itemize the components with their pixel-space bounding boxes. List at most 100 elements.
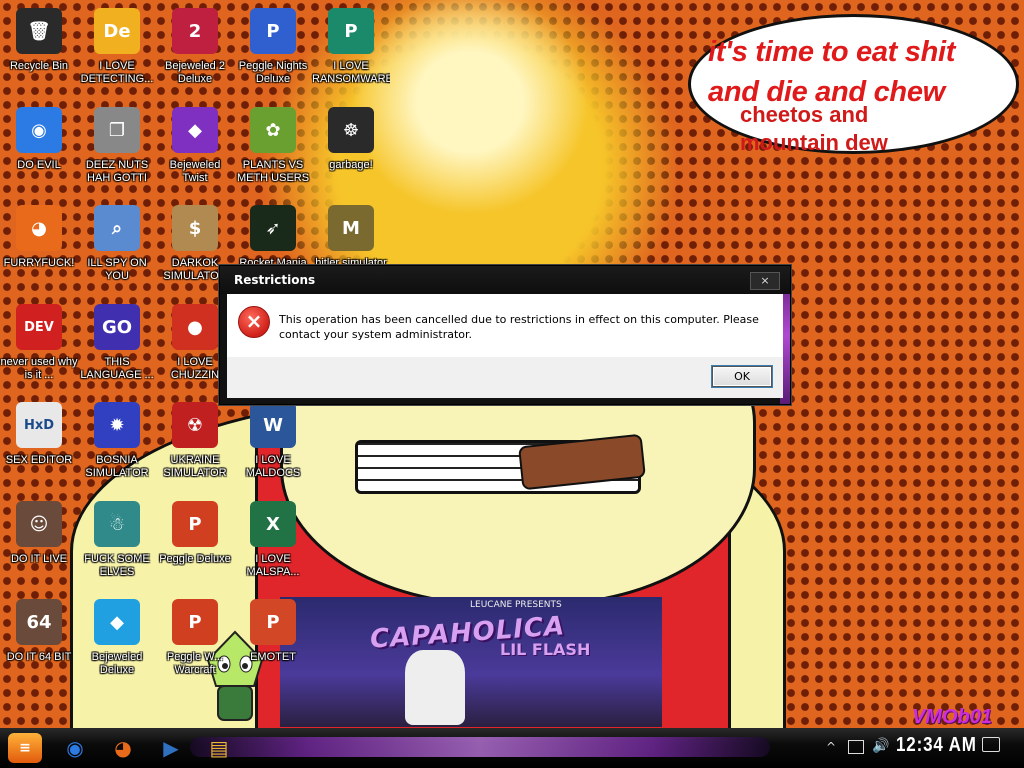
file-explorer-icon: ▤ [209,736,229,760]
speech-bubble-line-3: cheetos and [740,102,869,127]
desktop-icon-word[interactable]: W I LOVE MALDOCS [234,398,312,494]
goland-icon: GO [94,304,140,350]
portrait-64-icon: 64 [16,599,62,645]
ok-button[interactable]: OK [712,366,772,387]
media-player-icon: ▶ [163,736,179,760]
medal-icon: M [328,205,374,251]
recycle-bin-icon: 🗑 [16,8,62,54]
desktop-icon-lion-emblem[interactable]: ☸ garbage! [312,103,390,199]
desktop-icon-radiation[interactable]: ☢ UKRAINE SIMULATOR [156,398,234,494]
desktop-icon-label: I LOVE MALSPA... [246,553,300,578]
windows-stack-icon: ❐ [94,107,140,153]
hxd-icon: HxD [16,402,62,448]
desktop-icon-label: I LOVE MALDOCS [245,454,301,479]
desktop-icon-hxd[interactable]: HxD SEX EDITOR [0,398,78,494]
error-icon: × [238,306,270,338]
desktop-icon-bejeweled-deluxe[interactable]: ◆ Bejeweled Deluxe [78,595,156,691]
dev-cpp-icon: DEV [16,304,62,350]
desktop-icon-label: DO IT LIVE [10,553,68,565]
desktop-icon-chrome[interactable]: ◉ DO EVIL [0,103,78,199]
media-taskbar-button[interactable]: ▶ [152,733,190,763]
spiked-mine-icon: ✹ [94,402,140,448]
excel-icon: X [250,501,296,547]
desktop-icon-label: DO EVIL [17,159,61,171]
network-icon[interactable] [848,740,864,754]
notification-center-icon[interactable] [982,737,1000,752]
chuzzle-icon: ● [172,304,218,350]
desktop-icon-label: Bejeweled Deluxe [91,651,143,676]
radiation-icon: ☢ [172,402,218,448]
desktop-icon-detect-it-easy[interactable]: De I LOVE DETECTING... [78,4,156,100]
desktop-icon-excel[interactable]: X I LOVE MALSPA... [234,497,312,593]
explorer-taskbar-button[interactable]: ▤ [200,733,238,763]
album-figure [405,650,465,725]
portrait-icon: ☺ [16,501,62,547]
start-button[interactable]: ≡ [8,733,42,763]
volume-icon[interactable]: 🔊 [872,738,889,754]
firefox-taskbar-button[interactable]: ◕ [104,733,142,763]
album-cover-image [280,597,662,727]
desktop-icon-label: PLANTS VS METH USERS [236,159,310,184]
desktop-icon-bejeweled-2[interactable]: 2 Bejeweled 2 Deluxe [156,4,234,100]
desktop-icon-label: Recycle Bin [9,60,69,72]
desktop-icon-firefox[interactable]: ◕ FURRYFUCK! [0,201,78,297]
desktop-icon-label: Bejeweled Twist [169,159,221,184]
taskbar-clock[interactable]: 12:34 AM [896,734,977,757]
desktop-icon-santa-game[interactable]: ☃ FUCK SOME ELVES [78,497,156,593]
dialog-titlebar[interactable]: Restrictions × [220,266,790,294]
album-subtitle: LIL FLASH [500,640,591,659]
plants-vs-zombies-icon: ✿ [250,107,296,153]
desktop-icon-label: FUCK SOME ELVES [84,553,150,578]
network-camera-icon: ⌕ [94,205,140,251]
speech-bubble-line-1: it's time to eat shit [708,36,956,68]
desktop-icon-label: never used why is it ... [0,356,78,381]
desktop-icon-powerpoint[interactable]: P EMOTET [234,595,312,691]
taskbar-decoration [190,737,770,757]
firefox-icon: ◕ [16,205,62,251]
detect-it-easy-icon: De [94,8,140,54]
desktop-icon-label: garbage! [329,159,373,171]
desktop-icon-label: BOSNIA SIMULATOR [85,454,149,479]
desktop-icon-peggle-deluxe[interactable]: P Peggle Deluxe [156,497,234,593]
desktop-icon-recycle-bin[interactable]: 🗑 Recycle Bin [0,4,78,100]
chrome-taskbar-button[interactable]: ◉ [56,733,94,763]
bejeweled-2-icon: 2 [172,8,218,54]
desktop-icon-label: DEEZ NUTS HAH GOTTI [85,159,149,184]
bejeweled-deluxe-icon: ◆ [94,599,140,645]
firefox-icon: ◕ [114,736,132,760]
dialog-close-button[interactable]: × [750,272,780,290]
desktop-icon-label: Peggle W... Warcraft [166,651,224,676]
desktop-icon-spiked-mine[interactable]: ✹ BOSNIA SIMULATOR [78,398,156,494]
wallpaper-watermark: VMOb01 [911,706,992,728]
desktop-icon-peggle-nights[interactable]: P Peggle Nights Deluxe [234,4,312,100]
peggle-warcraft-icon: P [172,599,218,645]
powerpoint-icon: P [250,599,296,645]
lion-emblem-icon: ☸ [328,107,374,153]
desktop-icon-publisher[interactable]: P I LOVE RANSOMWARE [312,4,390,100]
desktop-icon-plants-vs-zombies[interactable]: ✿ PLANTS VS METH USERS [234,103,312,199]
desktop-icon-label: Peggle Nights Deluxe [238,60,308,85]
speech-bubble-line-4: mountain dew [740,130,888,155]
desktop-icon-portrait-64[interactable]: 64 DO IT 64 BIT [0,595,78,691]
desktop-icon-network-camera[interactable]: ⌕ ILL SPY ON YOU [78,201,156,297]
desktop-icon-label: EMOTET [250,651,296,663]
tray-chevron-icon[interactable]: ^ [826,740,836,754]
desktop-icon-label: THIS LANGUAGE ... [80,356,154,381]
desktop-icon-label: DO IT 64 BIT [6,651,72,663]
desktop-icon-portrait[interactable]: ☺ DO IT LIVE [0,497,78,593]
desktop-icon-windows-stack[interactable]: ❐ DEEZ NUTS HAH GOTTI [78,103,156,199]
desktop-icon-label: I LOVE DETECTING... [80,60,154,85]
dialog-title: Restrictions [234,273,316,287]
santa-game-icon: ☃ [94,501,140,547]
album-presents-text: LEUCANE PRESENTS [470,600,562,610]
desktop-icon-bejeweled-twist[interactable]: ◆ Bejeweled Twist [156,103,234,199]
dialog-footer: OK [227,357,783,398]
desktop-icon-label: UKRAINE SIMULATOR [163,454,227,479]
desktop-icon-peggle-warcraft[interactable]: P Peggle W... Warcraft [156,595,234,691]
publisher-icon: P [328,8,374,54]
chrome-icon: ◉ [16,107,62,153]
desktop-icon-label: ILL SPY ON YOU [87,257,147,282]
desktop-icon-dev-cpp[interactable]: DEV never used why is it ... [0,300,78,396]
desktop-icon-goland[interactable]: GO THIS LANGUAGE ... [78,300,156,396]
desktop-icon-label: FURRYFUCK! [3,257,75,269]
